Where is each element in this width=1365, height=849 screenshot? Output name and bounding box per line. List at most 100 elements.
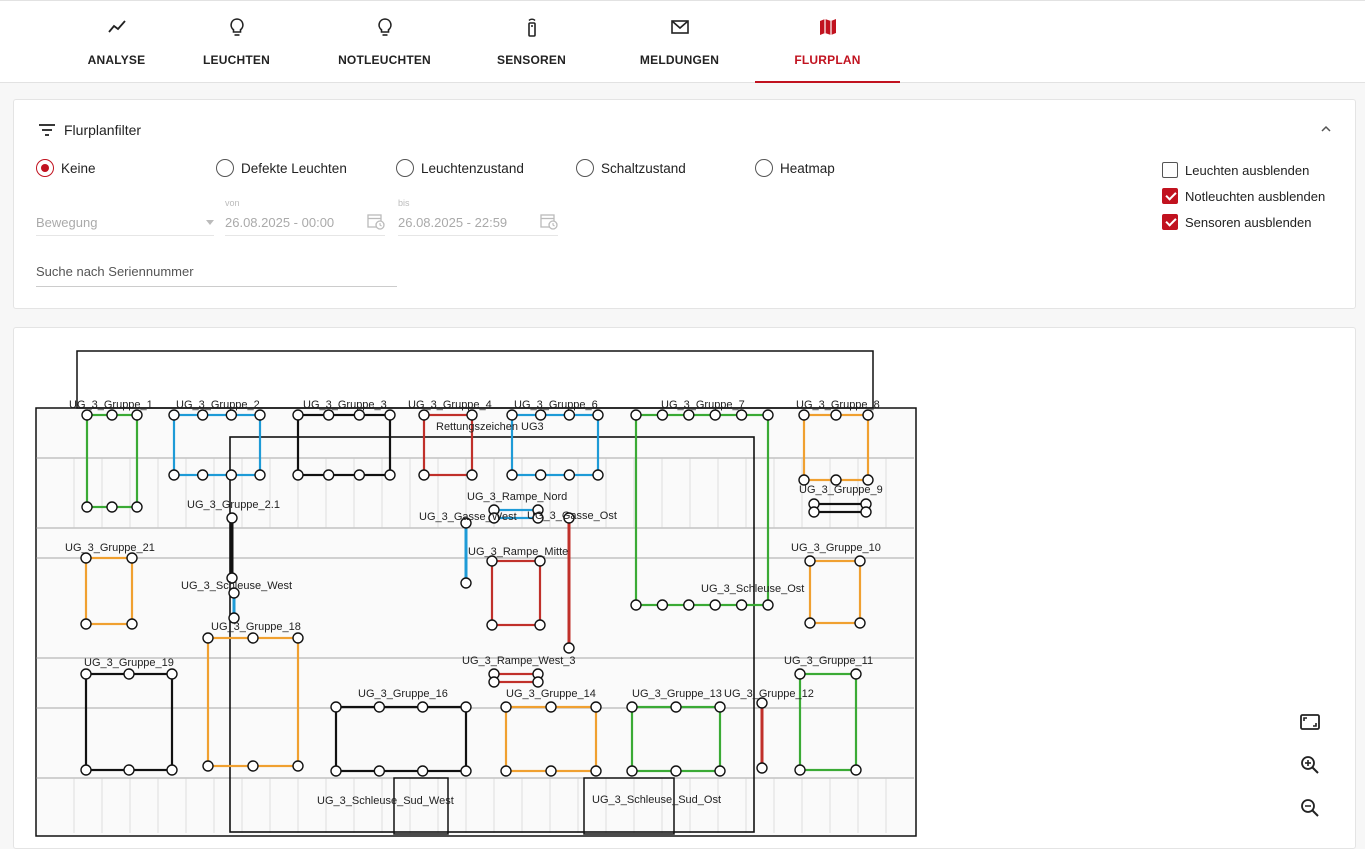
group-label: UG_3_Gruppe_12 [724, 688, 814, 700]
filter-title: Flurplanfilter [64, 122, 142, 138]
lamp-marker [106, 409, 118, 421]
lamp-marker [545, 701, 557, 713]
tab-flurplan[interactable]: FLURPLAN [755, 1, 900, 83]
group-label: UG_3_Rampe_Mitte [468, 546, 568, 558]
tab-meldungen[interactable]: MELDUNGEN [607, 1, 752, 83]
group-label: UG_3_Gruppe_2 [176, 399, 260, 411]
group-label: UG_3_Gruppe_3 [303, 399, 387, 411]
chevron-up-icon[interactable] [1319, 122, 1333, 136]
lamp-marker [416, 765, 429, 777]
lamp-marker [330, 701, 342, 713]
lamp-marker [80, 618, 92, 630]
lamp-marker [254, 469, 266, 481]
lamp-marker [80, 552, 92, 564]
zoom-in-icon[interactable] [1298, 753, 1322, 777]
radio-heatmap[interactable]: Heatmap [755, 159, 835, 177]
serial-search[interactable] [36, 260, 397, 287]
lamp-marker [460, 701, 472, 713]
select-value: Bewegung [36, 215, 98, 230]
bulb-icon [377, 18, 392, 36]
lamp-marker [373, 765, 386, 777]
filter-panel: Flurplanfilter Keine Defekte Leuchten Le… [13, 99, 1356, 309]
lamp-marker [860, 506, 872, 518]
radio-label: Leuchtenzustand [421, 160, 524, 176]
tab-label: FLURPLAN [794, 53, 861, 67]
lamp-marker [196, 469, 209, 481]
lamp-marker [500, 701, 512, 713]
radio-leuchtenzustand[interactable]: Leuchtenzustand [396, 159, 524, 177]
radio-defekte-leuchten[interactable]: Defekte Leuchten [216, 159, 347, 177]
lamp-marker [794, 764, 806, 776]
lamp-marker [202, 632, 214, 644]
lamp-marker [534, 469, 547, 481]
lamp-marker [106, 501, 118, 513]
lamp-marker [131, 409, 143, 421]
lamp-marker [709, 599, 721, 611]
dropdown-arrow-icon [206, 220, 214, 225]
lamp-marker [466, 409, 478, 421]
tab-label: SENSOREN [497, 53, 566, 67]
calendar-clock-icon[interactable] [540, 212, 558, 230]
date-from-value: 26.08.2025 - 00:00 [225, 215, 335, 230]
tab-sensoren[interactable]: SENSOREN [459, 1, 604, 83]
radio-label: Keine [61, 160, 96, 176]
search-input[interactable] [36, 260, 397, 279]
lamp-marker [500, 765, 512, 777]
date-to-field[interactable]: bis 26.08.2025 - 22:59 [398, 198, 558, 236]
zoom-out-icon[interactable] [1298, 796, 1322, 820]
lamp-marker [830, 409, 842, 421]
lamp-marker [798, 409, 810, 421]
lamp-marker [168, 409, 180, 421]
lamp-marker [292, 469, 304, 481]
group-label: UG_3_Schleuse_Ost [701, 583, 804, 595]
tab-leuchten[interactable]: LEUCHTEN [164, 1, 309, 83]
floorplan-panel: UG_3_Gruppe_1 UG_3_Gruppe_2 UG_3_Gruppe_3 U… [13, 327, 1356, 849]
group-label: UG_3_Rampe_Nord [467, 491, 567, 503]
lamp-marker [735, 599, 748, 611]
lamp-marker [126, 618, 138, 630]
date-to-value: 26.08.2025 - 22:59 [398, 215, 508, 230]
lamp-marker [683, 599, 695, 611]
radio-circle [755, 159, 773, 177]
lamp-marker [418, 409, 430, 421]
tab-label: NOTLEUCHTEN [338, 53, 431, 67]
filter-header[interactable]: Flurplanfilter [38, 122, 141, 138]
lamp-marker [854, 555, 866, 567]
lamp-marker [670, 701, 682, 713]
lamp-marker [247, 760, 259, 772]
lamp-marker [123, 668, 135, 680]
checkbox-leuchten-ausblenden[interactable]: Leuchten ausblenden [1162, 162, 1309, 178]
lamp-marker [384, 409, 396, 421]
lamp-marker [534, 409, 547, 421]
checkbox-box [1162, 162, 1178, 178]
tab-notleuchten[interactable]: NOTLEUCHTEN [312, 1, 457, 83]
lamp-marker [590, 701, 602, 713]
lamp-marker [254, 409, 266, 421]
radio-keine[interactable]: Keine [36, 159, 96, 177]
lamp-marker [563, 409, 576, 421]
lamp-marker [850, 764, 862, 776]
group-label: Rettungszeichen UG3 [436, 421, 544, 433]
fit-screen-icon[interactable] [1298, 710, 1322, 734]
lamp-marker [123, 764, 135, 776]
radio-label: Heatmap [780, 160, 835, 176]
lamp-marker [563, 469, 576, 481]
radio-schaltzustand[interactable]: Schaltzustand [576, 159, 686, 177]
group-label: UG_3_Gruppe_1 [69, 399, 153, 411]
lamp-marker [545, 765, 557, 777]
calendar-clock-icon[interactable] [367, 212, 385, 230]
date-from-field[interactable]: von 26.08.2025 - 00:00 [225, 198, 385, 236]
lamp-marker [418, 469, 430, 481]
lamp-marker [292, 409, 304, 421]
checkbox-sensoren-ausblenden[interactable]: Sensoren ausblenden [1162, 214, 1312, 230]
lamp-marker [626, 765, 638, 777]
lamp-marker [168, 469, 180, 481]
lamp-marker [80, 764, 92, 776]
floorplan-canvas[interactable]: UG_3_Gruppe_1 UG_3_Gruppe_2 UG_3_Gruppe_3 U… [14, 328, 1356, 849]
lamp-marker [683, 409, 695, 421]
lamp-marker [225, 469, 238, 481]
lamp-marker [854, 617, 866, 629]
checkbox-notleuchten-ausblenden[interactable]: Notleuchten ausblenden [1162, 188, 1325, 204]
sensor-type-select[interactable]: Bewegung [36, 208, 214, 236]
group-label: UG_3_Gruppe_2.1 [187, 499, 280, 511]
